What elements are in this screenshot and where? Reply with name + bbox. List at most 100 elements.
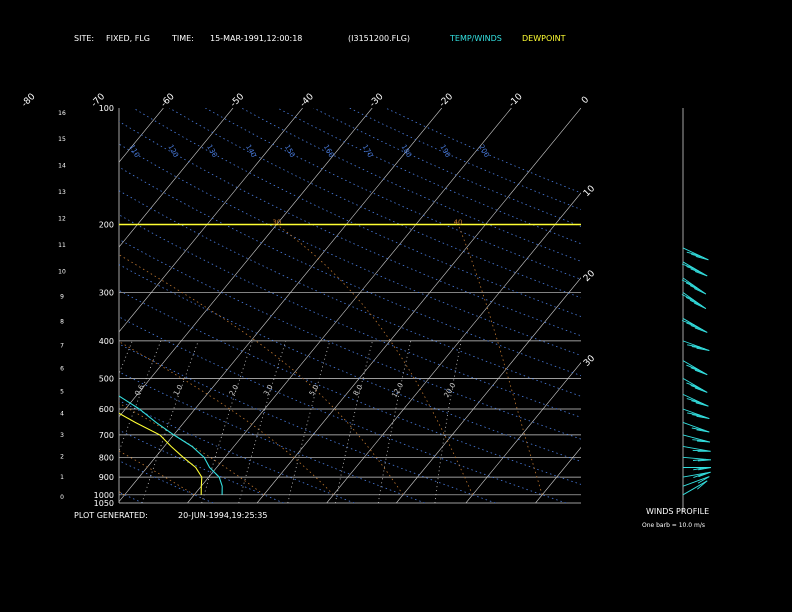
wind-barb-staff-800: [682, 456, 711, 461]
height-label-16: 16: [58, 110, 66, 117]
isotherm-label-m20: -20: [438, 92, 456, 110]
moist-adiabat-label-30: 30: [272, 218, 281, 226]
height-label-2: 2: [60, 453, 64, 460]
winds-profile-panel: [681, 108, 712, 511]
wind-barb-staff-230: [682, 247, 709, 261]
wind-barb-staff-400: [682, 340, 710, 351]
height-label-13: 13: [58, 189, 66, 196]
mixing-ratio-label-2: 2.0: [228, 384, 240, 398]
dry-adiabat-label-200: 200: [477, 143, 491, 159]
moist-adiabat-10: [119, 341, 334, 496]
isotherm-10: [326, 192, 581, 503]
height-label-10: 10: [58, 268, 66, 275]
isotherm-m70: [0, 108, 94, 503]
isotherm-label-m10: -10: [507, 92, 525, 110]
pressure-label-700: 700: [99, 431, 114, 440]
height-label-5: 5: [60, 388, 64, 395]
wind-barb-staff-450: [682, 360, 708, 376]
height-label-14: 14: [58, 163, 66, 170]
dry-adiabat-label-140: 140: [244, 143, 258, 159]
dry-adiabat-180: [313, 108, 581, 227]
pressure-label-600: 600: [99, 405, 114, 414]
height-label-12: 12: [58, 216, 66, 223]
wind-barb-flag-300-0: [694, 302, 707, 310]
height-label-8: 8: [60, 318, 64, 325]
wind-barb-staff-500: [682, 377, 708, 393]
wind-barb-staff-1000: [682, 480, 708, 496]
wind-barb-850: [682, 467, 712, 471]
wind-barb-250: [681, 261, 708, 277]
moist-adiabat-0: [119, 402, 265, 496]
pressure-label-500: 500: [99, 374, 114, 383]
mixing-ratio-label-20: 20.0: [443, 382, 458, 400]
dry-adiabat-label-120: 120: [166, 143, 180, 159]
wind-barb-700: [682, 434, 711, 443]
pressure-label-800: 800: [99, 453, 114, 462]
wind-barb-staff-300: [682, 292, 707, 309]
mixing-ratio-0_2: [18, 341, 86, 503]
mixing-ratio-label-5: 5.0: [308, 384, 320, 398]
dry-adiabat-60: [119, 264, 581, 462]
wind-barb-flag-275-1: [689, 285, 702, 292]
mixing-ratio-label-1: 1.0: [172, 383, 184, 397]
dry-adiabat-label-130: 130: [205, 143, 219, 159]
isotherm-label-m30: -30: [368, 92, 386, 110]
wind-barb-staff-275: [682, 277, 707, 295]
wind-barb-staff-550: [682, 393, 709, 407]
axis-labels: 1002003004005006007008009001000105001234…: [20, 92, 597, 508]
isotherm-label-30: 30: [582, 353, 597, 368]
dry-adiabat-190: [349, 108, 581, 210]
wind-barb-400: [682, 340, 710, 351]
isotherm-label-m50: -50: [229, 92, 247, 110]
moist-adiabat-label-40: 40: [454, 218, 463, 226]
isotherm-30: [465, 362, 581, 503]
height-label-3: 3: [60, 432, 64, 439]
isotherm-label-20: 20: [582, 269, 597, 284]
wind-barb-flag-275-0: [694, 288, 707, 295]
isotherm-m20: [119, 108, 443, 503]
dry-adiabat-50: [119, 289, 581, 485]
isotherm-label-0: 0: [580, 95, 591, 106]
wind-barb-1000: [682, 480, 708, 496]
isotherm-m60: [119, 108, 164, 163]
mixing-ratio-20: [434, 340, 462, 503]
mixing-ratio-2: [201, 340, 253, 503]
wind-barb-800: [682, 456, 711, 462]
dry-adiabat-label-110: 110: [127, 143, 141, 159]
wind-barb-staff-650: [682, 422, 710, 433]
dry-adiabat-10: [119, 400, 355, 503]
mixing-ratio-8: [335, 340, 373, 503]
height-label-1: 1: [60, 474, 64, 481]
mixing-ratio-label-0_6: 0.6: [133, 383, 146, 397]
height-label-15: 15: [58, 136, 66, 143]
dry-adiabat-150: [205, 108, 581, 280]
isotherm-m40: [119, 108, 303, 333]
pressure-label-1050: 1050: [94, 499, 114, 508]
wind-barb-550: [682, 393, 709, 407]
wind-barb-flag-300-3: [681, 294, 694, 301]
isotherm-label-10: 10: [582, 184, 597, 199]
wind-barb-230: [682, 247, 709, 261]
wind-barb-staff-700: [682, 434, 711, 443]
isotherm-m80: [0, 108, 24, 503]
skew-t-chart: 1002003004005006007008009001000105001234…: [0, 92, 712, 511]
wind-barb-750: [682, 446, 711, 452]
wind-barb-350: [681, 318, 708, 333]
wind-barb-600: [682, 408, 710, 420]
dry-adiabat-0: [119, 429, 284, 503]
wind-barb-staff-600: [682, 408, 710, 420]
height-label-11: 11: [58, 242, 66, 249]
isotherm-20: [396, 277, 581, 503]
isotherm-m30: [119, 108, 373, 418]
dry-adiabat-110: [119, 143, 581, 356]
height-label-9: 9: [60, 294, 64, 301]
dry-adiabat-100: [119, 166, 581, 377]
mixing-ratio-1: [141, 340, 199, 503]
pressure-label-300: 300: [99, 289, 114, 298]
isotherm-label-m40: -40: [298, 92, 316, 110]
wind-barb-flag-1000-0: [697, 480, 708, 490]
moist-adiabat-lines: [119, 224, 543, 496]
pressure-label-200: 200: [99, 220, 114, 229]
dry-adiabat-200: [385, 108, 581, 194]
mixing-ratio-lines: [18, 340, 462, 503]
